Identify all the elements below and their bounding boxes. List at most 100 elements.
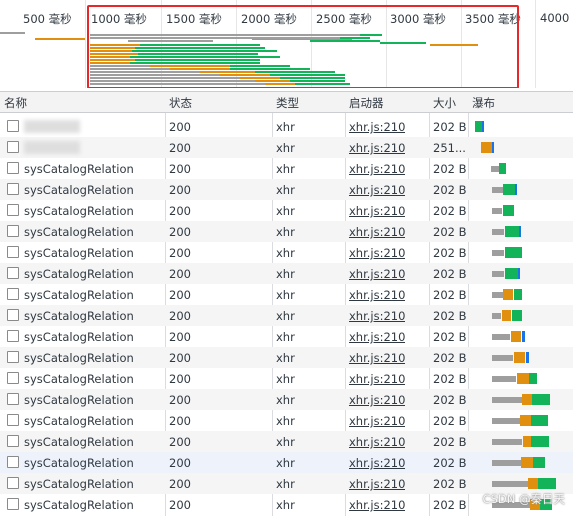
table-row[interactable]: sysCatalogRelation 200 xhr xhr.js:210 202 B bbox=[0, 158, 573, 179]
cell-type: xhr bbox=[276, 309, 295, 323]
row-checkbox[interactable] bbox=[7, 456, 19, 468]
cell-size: 202 B bbox=[433, 225, 467, 239]
cell-initiator-link[interactable]: xhr.js:210 bbox=[349, 246, 405, 260]
table-row[interactable]: sysCatalogRelation 200 xhr xhr.js:210 202 B bbox=[0, 179, 573, 200]
table-row[interactable]: sysCatalogRelation 200 xhr xhr.js:210 202 B bbox=[0, 305, 573, 326]
table-row[interactable]: sysCatalogRelation 200 xhr xhr.js:210 202 B bbox=[0, 284, 573, 305]
waterfall-download-bar bbox=[514, 289, 522, 300]
cell-status: 200 bbox=[169, 120, 191, 134]
row-checkbox[interactable] bbox=[7, 183, 19, 195]
cell-status: 200 bbox=[169, 393, 191, 407]
cell-name[interactable]: sysCatalogRelation bbox=[24, 225, 164, 239]
row-checkbox[interactable] bbox=[7, 393, 19, 405]
overview-bar bbox=[35, 38, 85, 40]
table-row[interactable]: sysCatalogRelation 200 xhr xhr.js:210 202 B bbox=[0, 410, 573, 431]
cell-initiator-link[interactable]: xhr.js:210 bbox=[349, 267, 405, 281]
cell-name[interactable]: sysCatalogRelation bbox=[24, 183, 164, 197]
table-row[interactable]: sysCatalogRelation 200 xhr xhr.js:210 202 B bbox=[0, 263, 573, 284]
row-checkbox[interactable] bbox=[7, 351, 19, 363]
waterfall-queueing-bar bbox=[520, 415, 531, 426]
column-header-size[interactable]: 大小 bbox=[433, 95, 456, 111]
table-row[interactable]: sysCatalogRelation 200 xhr xhr.js:210 202 B bbox=[0, 326, 573, 347]
cell-name[interactable]: sysCatalogRelation bbox=[24, 204, 164, 218]
row-checkbox[interactable] bbox=[7, 204, 19, 216]
waterfall-queueing-bar bbox=[521, 457, 533, 468]
cell-initiator-link[interactable]: xhr.js:210 bbox=[349, 225, 405, 239]
cell-initiator-link[interactable]: xhr.js:210 bbox=[349, 372, 405, 386]
row-checkbox[interactable] bbox=[7, 477, 19, 489]
cell-initiator-link[interactable]: xhr.js:210 bbox=[349, 309, 405, 323]
row-checkbox[interactable] bbox=[7, 246, 19, 258]
table-row[interactable]: sysCatalogRelation 200 xhr xhr.js:210 202 B bbox=[0, 389, 573, 410]
cell-name[interactable]: sysCatalogRelation bbox=[24, 162, 164, 176]
row-checkbox[interactable] bbox=[7, 309, 19, 321]
cell-name[interactable]: sysCatalogRelation bbox=[24, 267, 164, 281]
column-header-name[interactable]: 名称 bbox=[4, 95, 27, 111]
table-row[interactable]: sysCatalogRelation 200 xhr xhr.js:210 202 B bbox=[0, 452, 573, 473]
waterfall-queueing-bar bbox=[517, 373, 529, 384]
table-row[interactable]: sysCatalogRelation 200 xhr xhr.js:210 202 B bbox=[0, 431, 573, 452]
cell-name[interactable]: sysCatalogRelation bbox=[24, 393, 164, 407]
cell-name[interactable]: sysCatalogRelation bbox=[24, 456, 164, 470]
row-checkbox[interactable] bbox=[7, 330, 19, 342]
table-row[interactable]: 200 xhr xhr.js:210 251... bbox=[0, 137, 573, 158]
cell-initiator-link[interactable]: xhr.js:210 bbox=[349, 435, 405, 449]
cell-name[interactable]: sysCatalogRelation bbox=[24, 330, 164, 344]
cell-name[interactable]: sysCatalogRelation bbox=[24, 498, 164, 512]
network-overview-timeline[interactable]: 500 毫秒 1000 毫秒 1500 毫秒 2000 毫秒 2500 毫秒 3… bbox=[0, 0, 573, 88]
cell-initiator-link[interactable]: xhr.js:210 bbox=[349, 414, 405, 428]
cell-name[interactable]: sysCatalogRelation bbox=[24, 288, 164, 302]
cell-initiator-link[interactable]: xhr.js:210 bbox=[349, 351, 405, 365]
cell-initiator-link[interactable]: xhr.js:210 bbox=[349, 162, 405, 176]
table-row[interactable]: sysCatalogRelation 200 xhr xhr.js:210 202 B bbox=[0, 347, 573, 368]
cell-name[interactable]: sysCatalogRelation bbox=[24, 477, 164, 491]
cell-name[interactable]: sysCatalogRelation bbox=[24, 435, 164, 449]
cell-initiator-link[interactable]: xhr.js:210 bbox=[349, 393, 405, 407]
cell-initiator-link[interactable]: xhr.js:210 bbox=[349, 120, 405, 134]
cell-name[interactable]: sysCatalogRelation bbox=[24, 372, 164, 386]
table-row[interactable]: sysCatalogRelation 200 xhr xhr.js:210 202 B bbox=[0, 242, 573, 263]
cell-status: 200 bbox=[169, 330, 191, 344]
row-checkbox[interactable] bbox=[7, 498, 19, 510]
table-row[interactable]: sysCatalogRelation 200 xhr xhr.js:210 202 B bbox=[0, 368, 573, 389]
cell-status: 200 bbox=[169, 183, 191, 197]
cell-type: xhr bbox=[276, 372, 295, 386]
waterfall-download-bar bbox=[505, 226, 520, 237]
cell-initiator-link[interactable]: xhr.js:210 bbox=[349, 330, 405, 344]
waterfall-queueing-bar bbox=[502, 310, 511, 321]
cell-initiator-link[interactable]: xhr.js:210 bbox=[349, 288, 405, 302]
row-checkbox[interactable] bbox=[7, 120, 19, 132]
waterfall-download-bar bbox=[505, 247, 522, 258]
cell-name[interactable]: sysCatalogRelation bbox=[24, 351, 164, 365]
row-checkbox[interactable] bbox=[7, 288, 19, 300]
cell-initiator-link[interactable]: xhr.js:210 bbox=[349, 477, 405, 491]
cell-initiator-link[interactable]: xhr.js:210 bbox=[349, 204, 405, 218]
column-header-initiator[interactable]: 启动器 bbox=[349, 95, 384, 111]
row-checkbox[interactable] bbox=[7, 141, 19, 153]
overview-selection-highlight bbox=[87, 5, 519, 88]
cell-initiator-link[interactable]: xhr.js:210 bbox=[349, 141, 405, 155]
row-checkbox[interactable] bbox=[7, 414, 19, 426]
waterfall-waiting-bar bbox=[492, 250, 504, 256]
cell-name[interactable]: sysCatalogRelation bbox=[24, 414, 164, 428]
request-table-header: 名称 状态 类型 启动器 大小 瀑布 bbox=[0, 91, 573, 195]
table-row[interactable]: sysCatalogRelation 200 xhr xhr.js:210 202 B bbox=[0, 221, 573, 242]
cell-initiator-link[interactable]: xhr.js:210 bbox=[349, 498, 405, 512]
overview-gridline bbox=[535, 0, 536, 88]
row-checkbox[interactable] bbox=[7, 267, 19, 279]
cell-initiator-link[interactable]: xhr.js:210 bbox=[349, 183, 405, 197]
waterfall-waiting-bar bbox=[492, 355, 513, 361]
cell-name[interactable]: sysCatalogRelation bbox=[24, 246, 164, 260]
column-header-status[interactable]: 状态 bbox=[169, 95, 192, 111]
row-checkbox[interactable] bbox=[7, 225, 19, 237]
cell-initiator-link[interactable]: xhr.js:210 bbox=[349, 456, 405, 470]
row-checkbox[interactable] bbox=[7, 435, 19, 447]
column-header-waterfall[interactable]: 瀑布 bbox=[472, 95, 495, 111]
column-header-type[interactable]: 类型 bbox=[276, 95, 299, 111]
cell-name[interactable]: sysCatalogRelation bbox=[24, 309, 164, 323]
row-checkbox[interactable] bbox=[7, 162, 19, 174]
table-row[interactable]: sysCatalogRelation 200 xhr xhr.js:210 202 B bbox=[0, 200, 573, 221]
row-checkbox[interactable] bbox=[7, 372, 19, 384]
cell-status: 200 bbox=[169, 498, 191, 512]
table-row[interactable]: 200 xhr xhr.js:210 202 B bbox=[0, 116, 573, 137]
